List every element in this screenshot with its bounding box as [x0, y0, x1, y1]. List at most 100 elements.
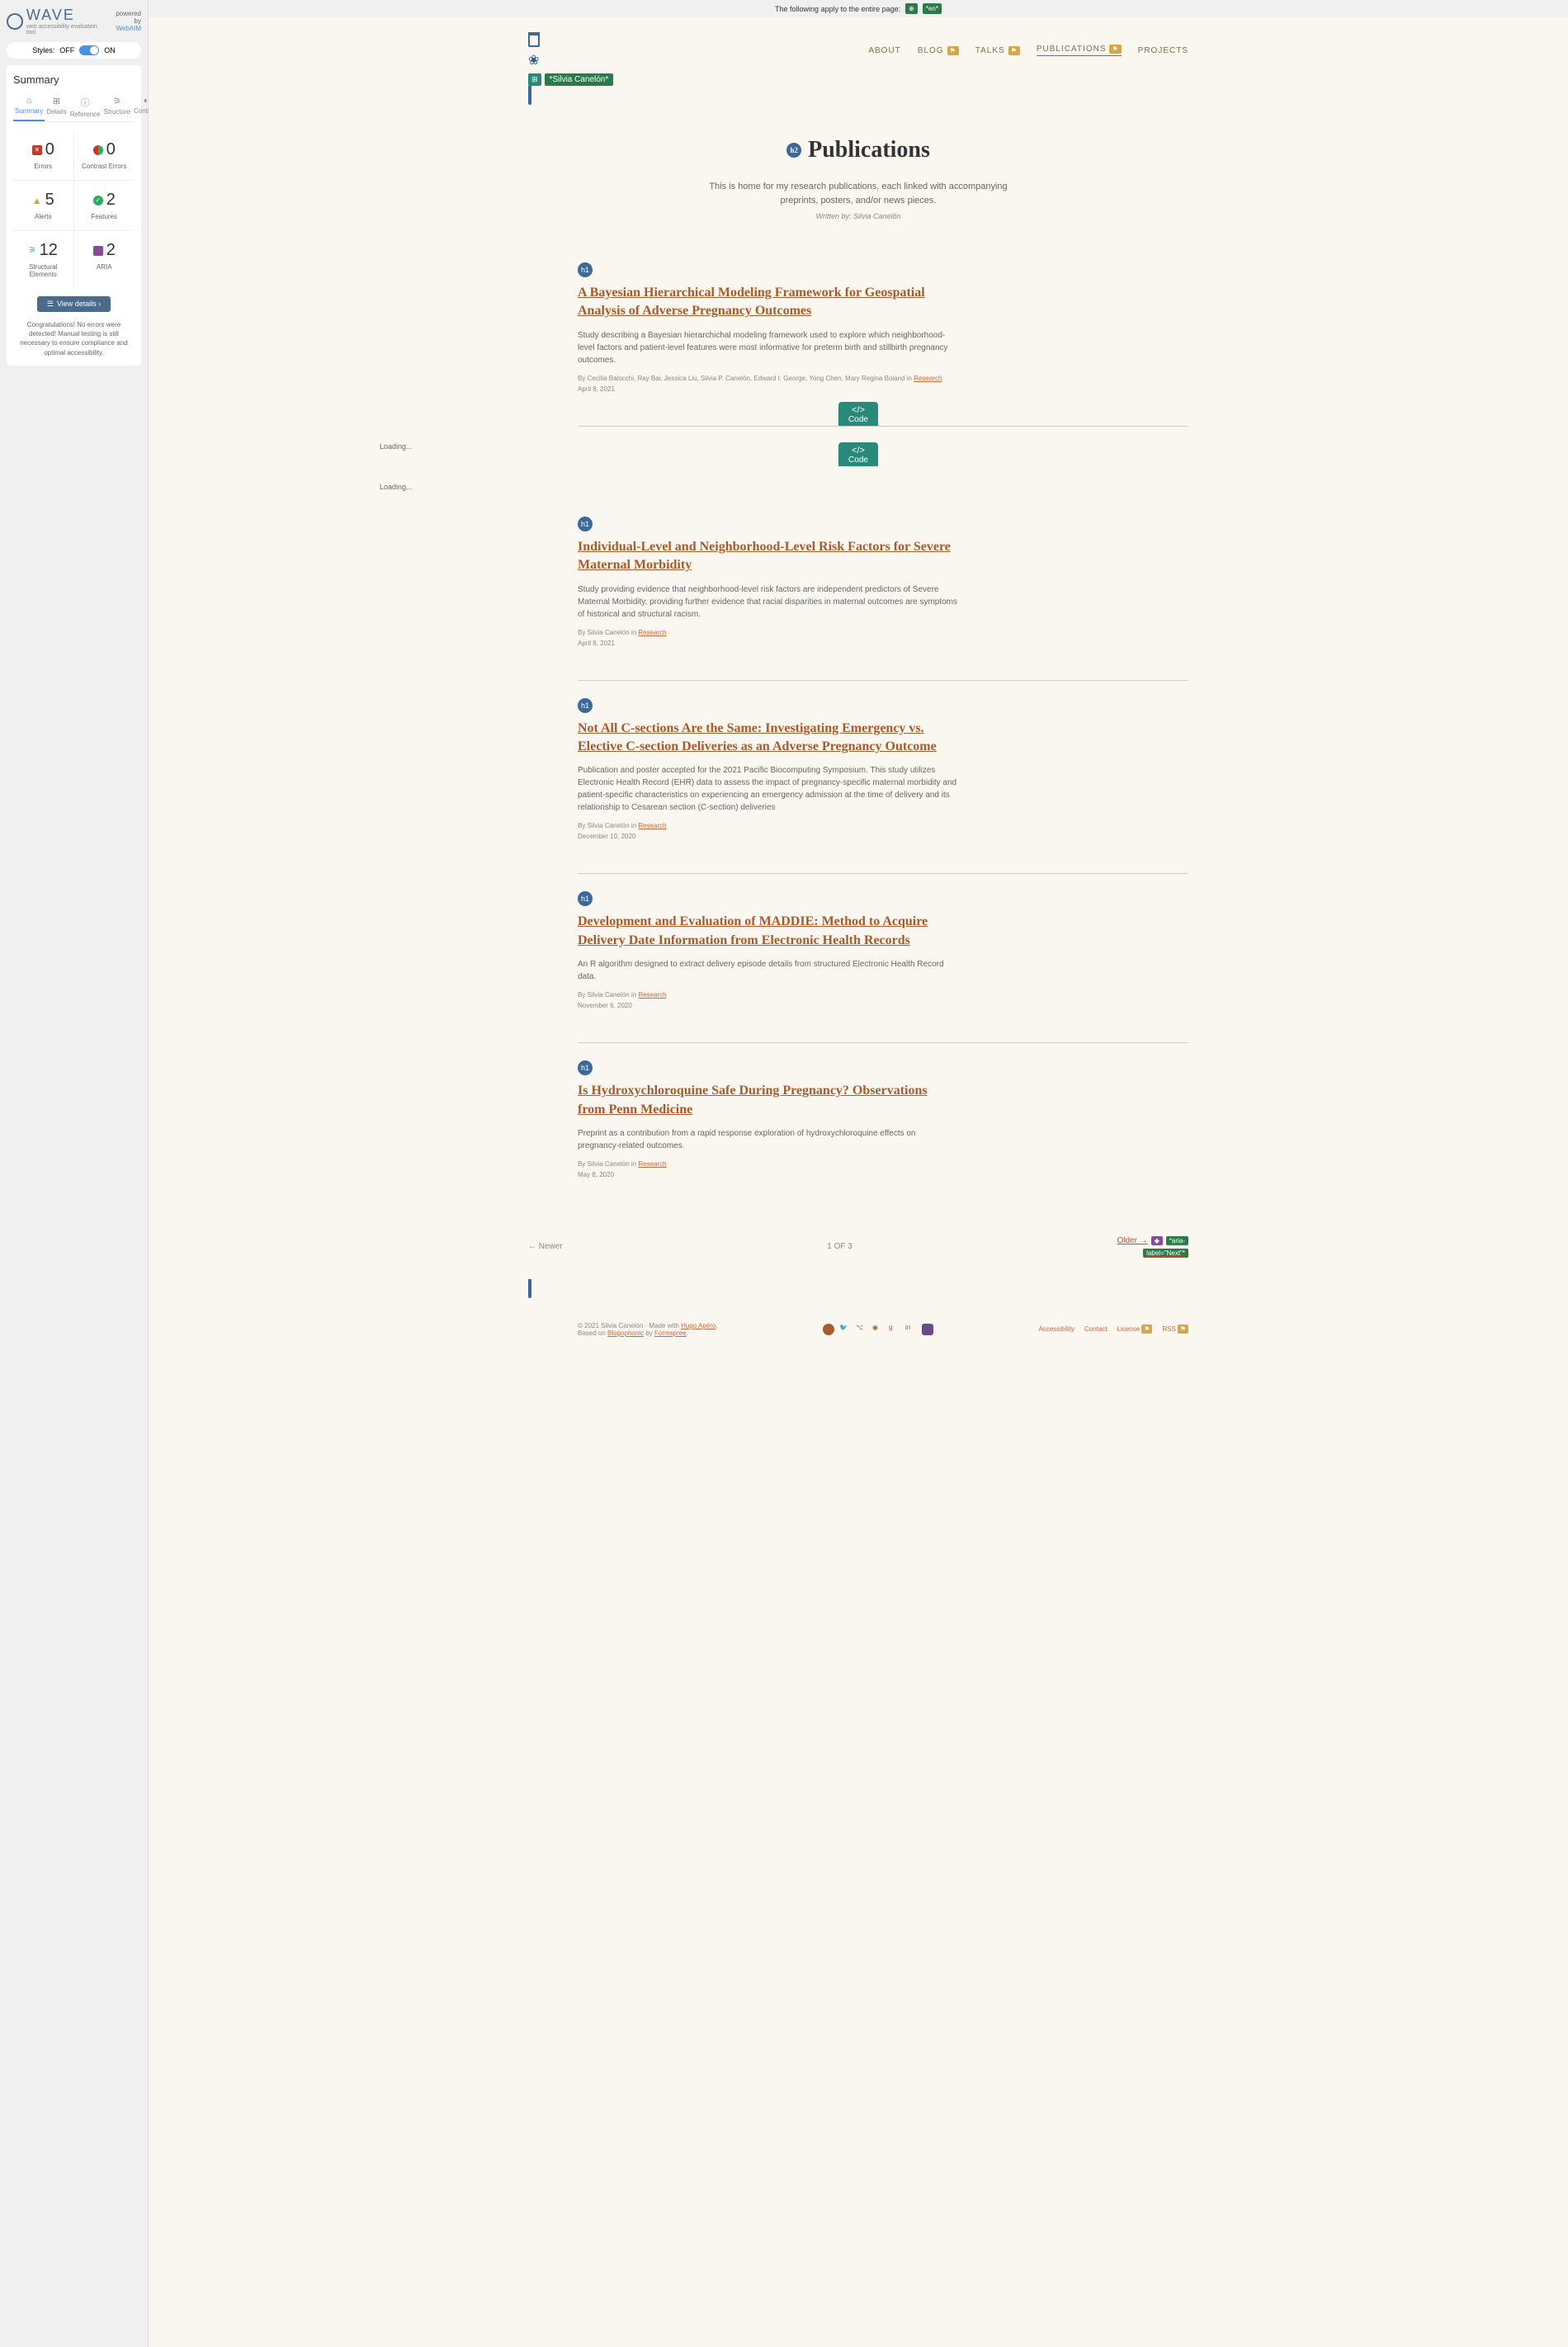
hugo-apero-link[interactable]: Hugo Apéro [681, 1322, 716, 1329]
styles-toggle[interactable] [79, 45, 99, 55]
wave-logo-text: WAVE [26, 7, 107, 24]
footer-link-rss[interactable]: RSS⚑ [1162, 1325, 1188, 1334]
footer-copyright: © 2021 Silvia Canelón · Made with Hugo A… [578, 1322, 718, 1337]
wave-header: WAVE web accessibility evaluation tool p… [7, 7, 141, 35]
tab-structure[interactable]: ⚞Structure [102, 92, 132, 121]
pub-meta: By Silvia Canelón in Research [578, 822, 957, 829]
sidebar-tabs: ⌂Summary⊞DetailsⓘReference⚞Structure◐Con… [13, 92, 135, 122]
h1-badge: h1 [578, 698, 593, 713]
research-link[interactable]: Research [914, 375, 942, 382]
publication-item: h1 A Bayesian Hierarchical Modeling Fram… [578, 245, 1188, 427]
pub-date: December 10, 2020 [578, 833, 1188, 840]
loading-text: Loading... [380, 483, 1188, 491]
pub-title[interactable]: A Bayesian Hierarchical Modeling Framewo… [578, 284, 957, 321]
pub-date: April 8, 2021 [578, 640, 1188, 647]
footer-link-accessibility[interactable]: Accessibility [1038, 1325, 1074, 1334]
wave-subtitle: web accessibility evaluation tool [26, 24, 107, 35]
trash-icon [528, 34, 540, 47]
nav-publications[interactable]: PUBLICATIONS⚑ [1037, 45, 1122, 56]
congrats-text: Congratulations! No errors were detected… [13, 320, 135, 357]
stat-aria: 2ARIA [74, 231, 135, 288]
rss-icon[interactable]: ◉ [872, 1324, 884, 1335]
google-icon[interactable]: g [889, 1324, 900, 1335]
tab-reference[interactable]: ⓘReference [68, 92, 102, 121]
styles-on: ON [104, 46, 116, 54]
lang-en-badge: *en* [923, 3, 942, 14]
research-link[interactable]: Research [638, 822, 666, 829]
publication-item: h1 Development and Evaluation of MADDIE:… [578, 874, 1188, 1043]
view-details-button[interactable]: ☰View details › [37, 296, 111, 312]
wave-logo-icon [7, 13, 23, 30]
pub-description: Study providing evidence that neighborho… [578, 583, 957, 621]
stat-structural-elements: ⚞12Structural Elements [13, 231, 74, 288]
publication-item: h1 Not All C-sections Are the Same: Inve… [578, 681, 1188, 875]
trash-icon [528, 87, 531, 105]
header-icons: ❀ ⊞ *Silvia Canelón* [528, 34, 1188, 86]
footer-link-contact[interactable]: Contact [1084, 1325, 1108, 1334]
github-icon[interactable]: ⌥ [856, 1324, 867, 1335]
research-link[interactable]: Research [638, 991, 666, 999]
main: The following apply to the entire page: … [149, 0, 1568, 2347]
styles-label: Styles: [32, 46, 54, 54]
h1-badge: h1 [578, 891, 593, 906]
footer-link-license[interactable]: License⚑ [1117, 1325, 1153, 1334]
code-badge[interactable]: Code [838, 402, 878, 426]
pub-date: November 6, 2020 [578, 1002, 1188, 1009]
wave-logo: WAVE web accessibility evaluation tool [7, 7, 107, 35]
trash-icon [528, 1281, 531, 1298]
mastodon-icon[interactable] [922, 1324, 933, 1335]
pub-title[interactable]: Individual-Level and Neighborhood-Level … [578, 538, 957, 575]
page-title-row: h2 Publications [528, 137, 1188, 163]
newer-link[interactable]: ← Newer [528, 1242, 563, 1251]
older-link[interactable]: Older → ◆ *aria- label="Next"* [1117, 1236, 1188, 1258]
name-badge: *Silvia Canelón* [545, 73, 614, 86]
topbar-text: The following apply to the entire page: [775, 5, 900, 13]
footer: © 2021 Silvia Canelón · Made with Hugo A… [578, 1306, 1188, 1353]
publication-item: h1 Is Hydroxychloroquine Safe During Pre… [578, 1043, 1188, 1211]
tab-details[interactable]: ⊞Details [45, 92, 68, 121]
stat-errors: ✕0Errors [13, 130, 74, 181]
footer-social: 🐦 ⌥ ◉ g in [823, 1324, 933, 1335]
nav-talks[interactable]: TALKS⚑ [975, 45, 1020, 56]
pub-description: Publication and poster accepted for the … [578, 764, 957, 814]
formspree-link[interactable]: Formspree [654, 1329, 687, 1337]
h1-badge: h1 [578, 262, 593, 277]
research-link[interactable]: Research [638, 1160, 666, 1168]
pub-description: Study describing a Bayesian hierarchicha… [578, 329, 957, 366]
aria-label-badge2: label="Next"* [1143, 1249, 1188, 1258]
twitter-icon[interactable]: 🐦 [839, 1324, 851, 1335]
h1-badge: h1 [578, 517, 593, 531]
nav-projects[interactable]: PROJECTS [1138, 45, 1188, 56]
lang-icon-badge: ⊕ [905, 3, 918, 14]
aria-tag-icon: ◆ [1151, 1236, 1163, 1245]
tab-summary[interactable]: ⌂Summary [13, 92, 45, 121]
code-badge[interactable]: Code [838, 442, 878, 466]
orcid-icon[interactable] [823, 1324, 834, 1335]
blogophonic-link[interactable]: Blogophonic [607, 1329, 644, 1337]
styles-off: OFF [59, 46, 74, 54]
pub-title[interactable]: Not All C-sections Are the Same: Investi… [578, 720, 957, 757]
aria-label-badge: *aria- [1166, 1236, 1188, 1245]
pub-description: An R algorithm designed to extract deliv… [578, 958, 957, 983]
nav-about[interactable]: ABOUT [868, 45, 900, 56]
stat-features: ✓2Features [74, 181, 135, 231]
research-link[interactable]: Research [638, 629, 666, 636]
nav-blog[interactable]: BLOG⚑ [918, 45, 959, 56]
page-description: This is home for my research publication… [693, 180, 1023, 207]
footer-links: Accessibility Contact License⚑ RSS⚑ [1038, 1325, 1188, 1334]
page-indicator: 1 OF 3 [827, 1242, 852, 1251]
pub-title[interactable]: Is Hydroxychloroquine Safe During Pregna… [578, 1082, 957, 1119]
powered-by: powered by WebAIM [107, 10, 141, 32]
sidebar: WAVE web accessibility evaluation tool p… [0, 0, 149, 2347]
pub-description: Preprint as a contribution from a rapid … [578, 1127, 957, 1152]
pagination: ← Newer 1 OF 3 Older → ◆ *aria- label="N… [528, 1211, 1188, 1282]
linkedin-icon[interactable]: in [905, 1324, 917, 1335]
pub-title[interactable]: Development and Evaluation of MADDIE: Me… [578, 913, 957, 950]
styles-toggle-row: Styles: OFF ON [7, 42, 141, 59]
summary-title: Summary [13, 73, 135, 86]
pub-meta: By Cecilia Balocchi, Ray Bai, Jessica Li… [578, 375, 957, 382]
summary-card: Summary ⌂Summary⊞DetailsⓘReference⚞Struc… [7, 65, 141, 366]
pub-meta: By Silvia Canelón in Research [578, 1160, 957, 1168]
page-title: h2 Publications [786, 137, 930, 163]
webaim-link[interactable]: WebAIM [116, 25, 141, 32]
